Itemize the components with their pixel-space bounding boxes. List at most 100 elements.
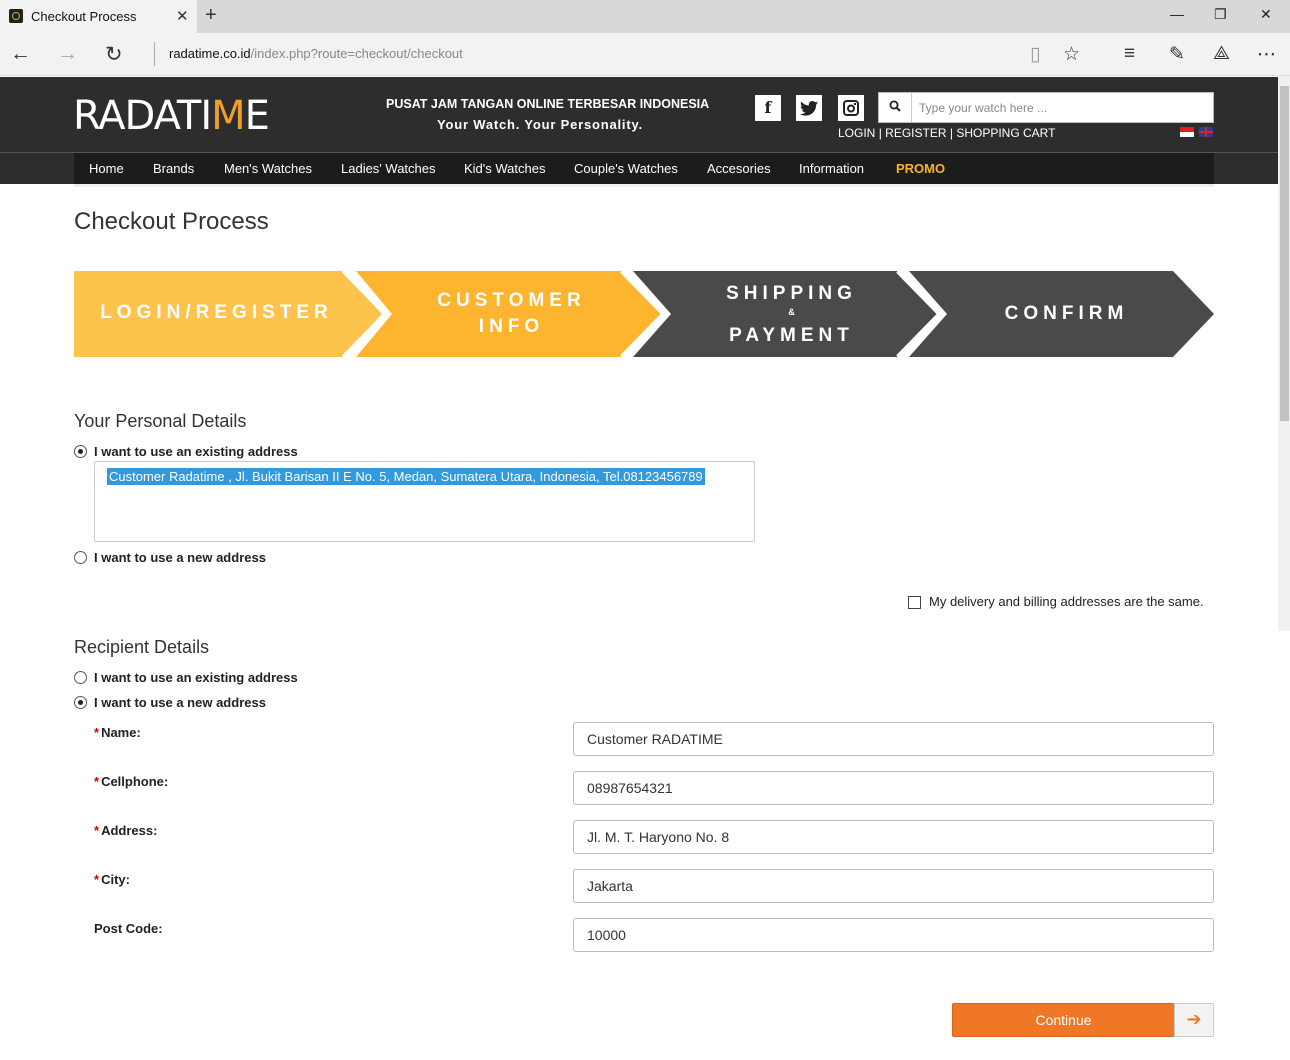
nav-item-brands[interactable]: Brands xyxy=(153,161,194,176)
new-tab-button[interactable]: + xyxy=(205,4,217,27)
hub-icon[interactable]: ≡ xyxy=(1124,43,1135,65)
back-arrow-icon[interactable]: ← xyxy=(10,42,31,66)
register-link[interactable]: REGISTER xyxy=(885,126,946,140)
logo-text-end: E xyxy=(244,93,270,139)
scrollbar-thumb[interactable] xyxy=(1280,86,1289,421)
main-navigation: Home Brands Men's Watches Ladies' Watche… xyxy=(0,152,1278,184)
step-shipping-line1: SHIPPING xyxy=(726,283,857,304)
nav-item-accesories[interactable]: Accesories xyxy=(707,161,771,176)
nav-item-information[interactable]: Information xyxy=(799,161,864,176)
search-icon[interactable] xyxy=(879,93,912,122)
recipient-details-title: Recipient Details xyxy=(74,637,210,657)
close-window-button[interactable]: ✕ xyxy=(1260,6,1272,23)
step-confirm: CONFIRM xyxy=(1004,303,1129,324)
address-label-text: Address: xyxy=(101,823,158,838)
twitter-icon[interactable] xyxy=(796,95,822,121)
recipient-new-radio[interactable] xyxy=(74,696,87,709)
name-label-text: Name: xyxy=(101,725,141,740)
browser-tab-bar: Checkout Process ✕ + — ❐ ✕ xyxy=(0,0,1290,33)
site-favicon-icon xyxy=(9,9,23,23)
cellphone-label-text: Cellphone: xyxy=(101,774,169,789)
logo-text-m: M xyxy=(211,93,246,139)
url-domain: radatime.co.id xyxy=(169,46,251,61)
step-login-register: LOGIN/REGISTER xyxy=(100,302,333,323)
site-search xyxy=(878,92,1214,123)
more-icon[interactable]: ⋯ xyxy=(1257,43,1276,66)
city-label: * City: xyxy=(94,872,130,887)
content-divider xyxy=(74,184,1214,187)
nav-item-mens-watches[interactable]: Men's Watches xyxy=(224,161,312,176)
recipient-existing-label: I want to use an existing address xyxy=(94,670,298,685)
favorite-star-icon[interactable]: ☆ xyxy=(1063,43,1080,66)
city-label-text: City: xyxy=(101,872,130,887)
url-field[interactable]: radatime.co.id/index.php?route=checkout/… xyxy=(169,46,463,61)
facebook-icon[interactable]: f xyxy=(755,95,781,121)
restore-button[interactable]: ❐ xyxy=(1214,6,1227,23)
checkout-steps: LOGIN/REGISTER CUSTOMER INFO SHIPPING & … xyxy=(74,269,1216,359)
instagram-icon[interactable] xyxy=(838,95,864,121)
url-divider xyxy=(154,42,155,66)
required-mark: * xyxy=(94,872,100,887)
same-address-label: My delivery and billing addresses are th… xyxy=(929,594,1204,609)
link-separator: | xyxy=(878,126,882,140)
recipient-new-label: I want to use a new address xyxy=(94,695,266,710)
selected-address-option[interactable]: Customer Radatime , Jl. Bukit Barisan II… xyxy=(107,468,705,485)
city-field[interactable] xyxy=(573,869,1214,903)
minimize-button[interactable]: — xyxy=(1170,6,1184,22)
share-icon[interactable]: ⟁ xyxy=(1213,43,1230,65)
reading-view-icon[interactable]: ▯ xyxy=(1030,43,1040,66)
forward-arrow-icon[interactable]: → xyxy=(57,42,78,66)
nav-item-ladies-watches[interactable]: Ladies' Watches xyxy=(341,161,436,176)
step-customer-line2: INFO xyxy=(478,316,545,337)
logo-text-part: RADATI xyxy=(73,93,212,139)
tagline-primary: PUSAT JAM TANGAN ONLINE TERBESAR INDONES… xyxy=(386,97,710,111)
personal-existing-label: I want to use an existing address xyxy=(94,444,298,459)
step-customer-line1: CUSTOMER xyxy=(437,290,586,311)
step-shipping-line2: PAYMENT xyxy=(729,325,854,346)
cellphone-field[interactable] xyxy=(573,771,1214,805)
required-mark: * xyxy=(94,725,100,740)
account-links: LOGIN | REGISTER | SHOPPING CART xyxy=(838,126,1055,140)
nav-item-kids-watches[interactable]: Kid's Watches xyxy=(464,161,545,176)
nav-item-promo[interactable]: PROMO xyxy=(896,161,945,176)
shopping-cart-link[interactable]: SHOPPING CART xyxy=(956,126,1055,140)
search-input[interactable] xyxy=(919,98,1204,118)
site-header: RADATIME PUSAT JAM TANGAN ONLINE TERBESA… xyxy=(0,77,1278,152)
existing-address-select[interactable]: Customer Radatime , Jl. Bukit Barisan II… xyxy=(94,461,755,542)
postcode-field[interactable] xyxy=(573,918,1214,952)
address-field[interactable] xyxy=(573,820,1214,854)
required-mark: * xyxy=(94,823,100,838)
page-title: Checkout Process xyxy=(74,208,269,235)
continue-arrow-icon[interactable]: ➔ xyxy=(1174,1003,1214,1037)
recipient-existing-radio[interactable] xyxy=(74,671,87,684)
indonesia-flag-icon[interactable] xyxy=(1180,127,1194,137)
cellphone-label: * Cellphone: xyxy=(94,774,168,789)
web-note-icon[interactable]: ✎ xyxy=(1169,43,1185,66)
tab-title: Checkout Process xyxy=(31,9,137,24)
personal-existing-radio[interactable] xyxy=(74,445,87,458)
nav-item-home[interactable]: Home xyxy=(89,161,124,176)
postcode-label: Post Code: xyxy=(94,921,163,936)
address-label: * Address: xyxy=(94,823,157,838)
step-shipping-amp: & xyxy=(788,307,795,317)
radatime-logo[interactable]: RADATIME xyxy=(73,93,270,139)
name-field[interactable] xyxy=(573,722,1214,756)
tagline-secondary: Your Watch. Your Personality. xyxy=(437,117,643,132)
nav-item-couples-watches[interactable]: Couple's Watches xyxy=(574,161,678,176)
required-mark: * xyxy=(94,774,100,789)
refresh-icon[interactable]: ↻ xyxy=(105,42,123,67)
personal-new-label: I want to use a new address xyxy=(94,550,266,565)
url-path: /index.php?route=checkout/checkout xyxy=(250,46,463,61)
link-separator: | xyxy=(949,126,953,140)
personal-details-title: Your Personal Details xyxy=(74,411,247,431)
browser-address-bar: ← → ↻ radatime.co.id/index.php?route=che… xyxy=(0,33,1290,76)
same-address-checkbox[interactable] xyxy=(908,596,921,609)
name-label: * Name: xyxy=(94,725,141,740)
tab-close-icon[interactable]: ✕ xyxy=(176,7,189,25)
main-navigation-bar: Home Brands Men's Watches Ladies' Watche… xyxy=(74,153,1214,184)
login-link[interactable]: LOGIN xyxy=(838,126,875,140)
continue-button[interactable]: Continue xyxy=(952,1003,1175,1037)
personal-new-radio[interactable] xyxy=(74,551,87,564)
english-flag-icon[interactable] xyxy=(1199,127,1213,137)
browser-tab-active[interactable]: Checkout Process ✕ xyxy=(0,0,197,33)
